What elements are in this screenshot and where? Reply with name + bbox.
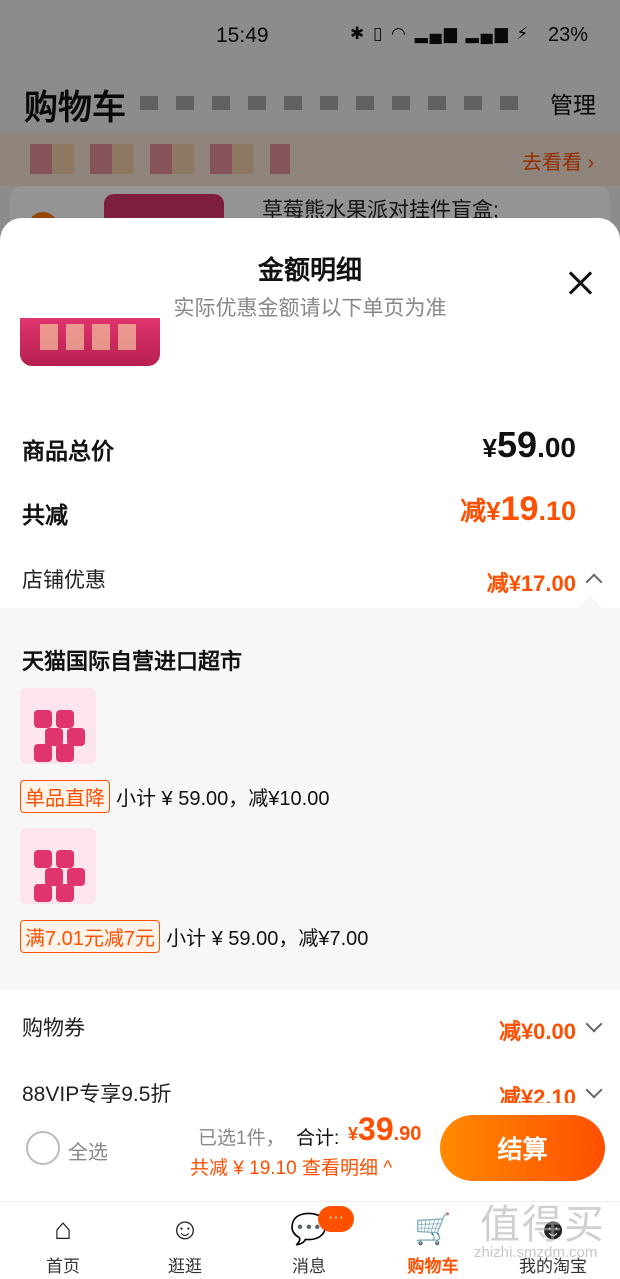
watermark: 值得买 zhizhi.smzdm.com (470, 1192, 620, 1279)
home-icon: ⌂ (53, 1213, 73, 1246)
chevron-down-icon[interactable] (585, 1015, 603, 1033)
total-price-row: 商品总价 ¥59.00 (0, 424, 620, 474)
message-badge: ··· (318, 1206, 354, 1232)
tab-messages[interactable]: 💬 ··· 消息 (254, 1206, 364, 1278)
sheet-title: 金额明细 (257, 255, 362, 285)
checkout-bar: 全选 已选1件， 合计: ¥39.90 共减 ¥ 19.10 查看明细 ^ 结算 (0, 1103, 620, 1201)
amount-detail-sheet: 金额明细 实际优惠金额请以下单页为准 商品总价 ¥59.00 共减 减¥19.1… (0, 218, 620, 1103)
vip-discount-value: 减¥2.10 (498, 1085, 576, 1103)
tab-explore[interactable]: ☺ 逛逛 (130, 1206, 240, 1278)
vip-discount-label: 88VIP专享9.5折 (22, 1083, 172, 1103)
total-label: 合计: (296, 1128, 340, 1149)
store-promo-value: 减¥17.00 (486, 571, 576, 596)
cart-icon: 🛒 (414, 1213, 452, 1246)
chevron-down-icon[interactable] (585, 1081, 603, 1099)
product-thumbnail (20, 318, 160, 366)
store-promo-details: 天猫国际自营进口超市 单品直降 小计 ¥ 59.00，减¥10.00 满7.01… (0, 608, 620, 990)
coupon-label: 购物券 (22, 1017, 85, 1040)
coupon-row[interactable]: 购物券 减¥0.00 (0, 1008, 620, 1048)
total-price-value: ¥59.00 (482, 424, 576, 465)
discount-value: 减¥19.10 (460, 490, 576, 528)
total-price: ¥39.90 (348, 1111, 422, 1147)
product-thumbnail (20, 828, 96, 904)
chevron-up-icon[interactable] (585, 573, 603, 591)
discount-label: 共减 (22, 502, 68, 528)
shop-name: 天猫国际自营进口超市 (22, 649, 243, 674)
watermark-logo: 值得买 (480, 1203, 606, 1247)
checkout-button[interactable]: 结算 (440, 1115, 605, 1181)
view-details-link[interactable]: 共减 ¥ 19.10 查看明细 ^ (190, 1153, 392, 1180)
tab-home[interactable]: ⌂ 首页 (8, 1206, 118, 1278)
explore-icon: ☺ (169, 1213, 201, 1246)
promo-item-text: 小计 ¥ 59.00，减¥10.00 (116, 788, 330, 810)
close-icon[interactable] (560, 264, 600, 304)
selected-count: 已选1件， (198, 1128, 285, 1149)
select-all-checkbox[interactable] (26, 1131, 60, 1165)
promo-item-line: 满7.01元减7元 小计 ¥ 59.00，减¥7.00 (20, 920, 368, 953)
promo-tag: 满7.01元减7元 (20, 920, 161, 953)
tab-label: 首页 (46, 1257, 80, 1276)
store-promo-label: 店铺优惠 (22, 569, 106, 592)
vip-discount-row[interactable]: 88VIP专享9.5折 减¥2.10 (0, 1074, 620, 1103)
coupon-value: 减¥0.00 (498, 1019, 576, 1044)
tab-label: 逛逛 (168, 1257, 202, 1276)
select-all-label[interactable]: 全选 (68, 1136, 108, 1165)
tab-label: 消息 (292, 1257, 326, 1276)
promo-item-line: 单品直降 小计 ¥ 59.00，减¥10.00 (20, 780, 329, 813)
watermark-url: zhizhi.smzdm.com (474, 1244, 598, 1261)
promo-item-text: 小计 ¥ 59.00，减¥7.00 (166, 928, 369, 950)
total-price-label: 商品总价 (22, 438, 114, 464)
product-thumbnail (20, 688, 96, 764)
promo-tag: 单品直降 (20, 780, 110, 813)
store-promo-row[interactable]: 店铺优惠 减¥17.00 (0, 560, 620, 600)
discount-row: 共减 减¥19.10 (0, 490, 620, 540)
